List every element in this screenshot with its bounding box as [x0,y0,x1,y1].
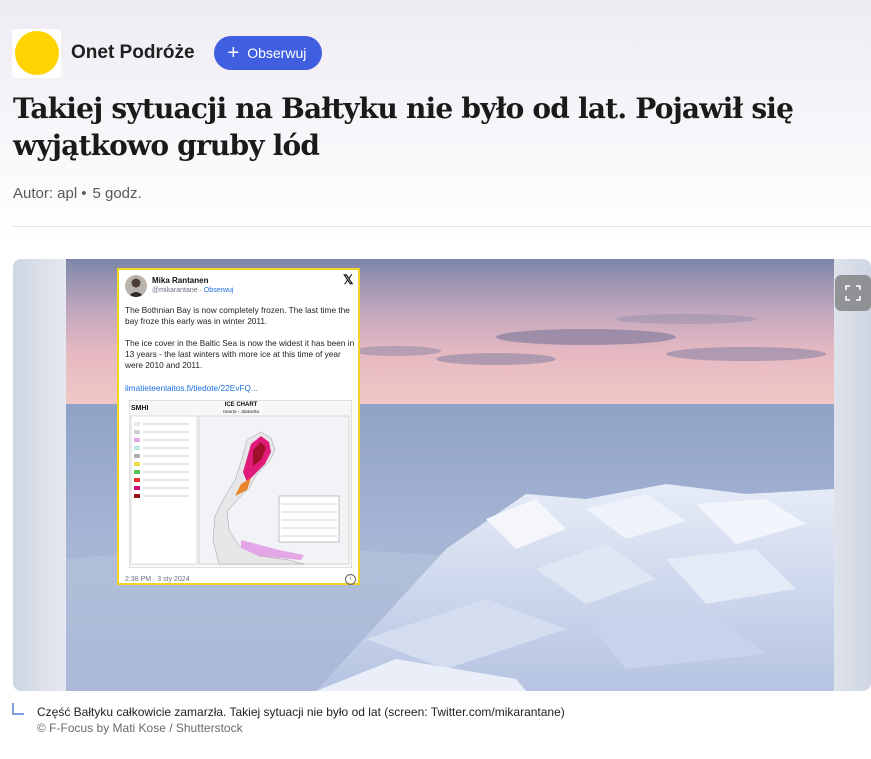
tweet-handle-text[interactable]: @mikarantane [152,287,198,294]
chart-org: SMHI [131,405,149,412]
tweet-paragraph: The ice cover in the Baltic Sea is now t… [125,338,355,370]
article-image[interactable]: Mika Rantanen @mikarantane · Obserwuj 𝕏 … [13,259,871,691]
divider [13,226,871,227]
image-credit: © F-Focus by Mati Kose / Shutterstock [37,721,243,735]
info-icon[interactable]: i [345,574,356,585]
caption-corner-icon [12,703,24,715]
fullscreen-button[interactable] [835,275,871,311]
follow-button[interactable]: + Obserwuj [213,36,323,70]
embedded-tweet[interactable]: Mika Rantanen @mikarantane · Obserwuj 𝕏 … [117,268,360,585]
article-meta: Autor: apl • 5 godz. [13,185,142,202]
expand-icon [845,285,861,301]
source-logo[interactable] [12,28,61,78]
article-title: Takiej sytuacji na Bałtyku nie było od l… [13,92,794,162]
image-caption: Część Bałtyku całkowicie zamarzła. Takie… [37,705,565,719]
tweet-timestamp[interactable]: 2:38 PM · 3 sty 2024 [125,576,190,583]
onet-logo-icon [14,31,59,75]
tweet-author-name[interactable]: Mika Rantanen [152,276,208,285]
ice-chart-image[interactable]: SMHI ICE CHART Iskarta - Jääkartta [129,400,352,568]
chart-subtitle: Iskarta - Jääkartta [223,409,260,414]
tweet-link[interactable]: ilmatieteenlaitos.fi/tiedote/22EvFQ... [125,383,258,393]
tweet-avatar[interactable] [125,275,147,297]
tweet-follow-link[interactable]: Obserwuj [204,287,234,294]
tweet-paragraph: The Bothnian Bay is now completely froze… [125,305,350,326]
source-header: Onet Podróże + Obserwuj [12,28,323,78]
follow-label: Obserwuj [247,45,307,61]
article-time: 5 godz. [92,185,142,202]
meta-separator: • [81,185,87,202]
x-logo-icon[interactable]: 𝕏 [343,272,353,288]
tweet-text: The Bothnian Bay is now completely froze… [125,305,357,382]
article-author[interactable]: Autor: apl [13,185,77,202]
chart-title: ICE CHART [225,402,258,408]
plus-icon: + [227,42,240,64]
tweet-handle: @mikarantane · Obserwuj [152,287,234,294]
source-name[interactable]: Onet Podróże [71,42,195,64]
